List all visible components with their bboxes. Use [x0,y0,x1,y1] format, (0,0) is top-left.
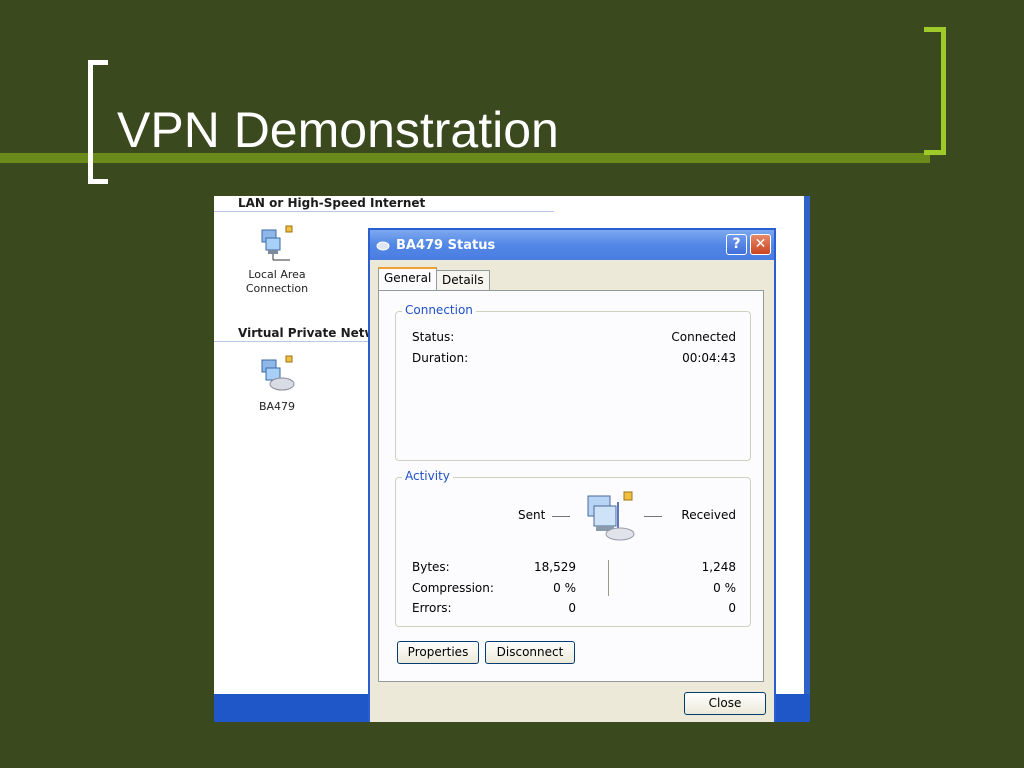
tab-general[interactable]: General [378,267,438,291]
sent-line [552,516,570,517]
duration-label: Duration: [412,351,469,365]
errors-sent-value: 0 [568,601,576,615]
help-button[interactable]: ? [726,234,747,255]
dialog-title: BA479 Status [396,238,496,253]
errors-received-value: 0 [728,601,736,615]
network-computer-icon [261,225,293,261]
close-button[interactable]: Close [684,692,766,715]
network-connections-window: LAN or High-Speed Internet Local Area Co… [214,196,810,722]
window-right-border [804,196,810,722]
dialog-titlebar[interactable]: BA479 Status ? ✕ [370,230,774,260]
duration-value: 00:04:43 [682,351,736,365]
local-area-connection-label: Local Area Connection [245,268,309,295]
section-divider [214,341,370,342]
errors-label: Errors: [412,601,452,615]
activity-group: Activity Sent Received Bytes: 18,529 1,2… [395,469,751,627]
compression-label: Compression: [412,581,494,595]
compression-received-value: 0 % [713,581,736,595]
bytes-received-value: 1,248 [701,560,736,574]
status-value: Connected [671,330,736,344]
tab-details[interactable]: Details [436,270,490,290]
sent-label: Sent [518,508,546,522]
left-bracket-decoration [88,60,108,184]
activity-separator [608,560,609,596]
connection-group: Connection Status: Connected Duration: 0… [395,303,751,461]
right-bracket-decoration [924,27,946,155]
network-activity-icon [587,491,635,541]
connection-group-label: Connection [402,303,476,317]
activity-group-label: Activity [402,469,453,483]
status-label: Status: [412,330,455,344]
bytes-sent-value: 18,529 [534,560,576,574]
properties-button[interactable]: Properties [397,641,479,664]
general-tab-panel: Connection Status: Connected Duration: 0… [378,290,764,682]
bytes-label: Bytes: [412,560,450,574]
vpn-section-header: Virtual Private Netwo [238,326,384,340]
ba479-label: BA479 [258,400,296,413]
vpn-title-icon [376,241,390,251]
disconnect-button[interactable]: Disconnect [485,641,575,664]
vpn-connection-icon [261,355,295,391]
ba479-status-dialog: BA479 Status ? ✕ General Details Connect… [368,228,776,722]
received-line [644,516,662,517]
close-icon[interactable]: ✕ [750,234,771,255]
section-divider [214,211,554,212]
received-label: Received [681,508,736,522]
lan-section-header: LAN or High-Speed Internet [238,196,426,210]
compression-sent-value: 0 % [553,581,576,595]
slide-title: VPN Demonstration [117,102,559,158]
